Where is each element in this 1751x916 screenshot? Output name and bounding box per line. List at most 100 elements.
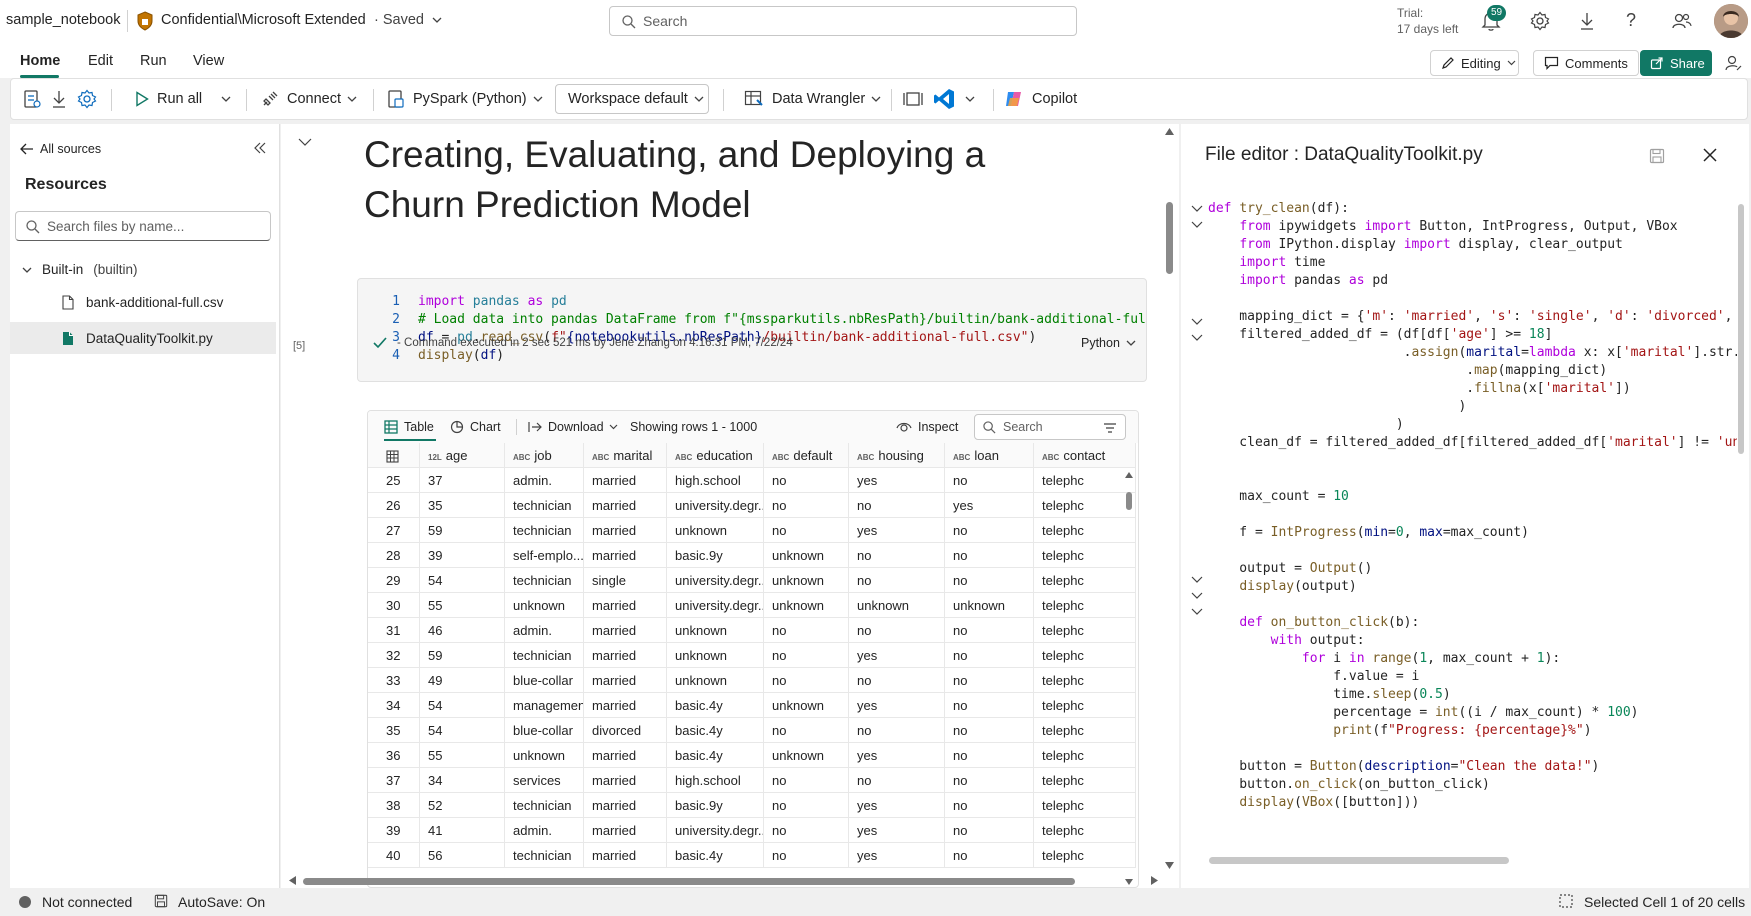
table-cell[interactable]: married: [584, 518, 667, 543]
table-cell[interactable]: telephc: [1034, 718, 1136, 743]
table-cell[interactable]: basic.9y: [667, 793, 764, 818]
table-cell[interactable]: yes: [849, 643, 945, 668]
table-cell[interactable]: unknown: [764, 568, 849, 593]
code-editor[interactable]: import pandas as pd # Load data into pan…: [418, 293, 1146, 365]
table-cell[interactable]: telephc: [1034, 743, 1136, 768]
table-cell[interactable]: high.school: [667, 468, 764, 493]
output-search-input[interactable]: Search: [974, 414, 1126, 440]
close-icon[interactable]: [1703, 148, 1717, 162]
tab-chart[interactable]: Chart: [450, 420, 501, 434]
run-all-button[interactable]: Run all: [135, 79, 202, 119]
row-index-cell[interactable]: 37: [368, 768, 420, 793]
row-index-cell[interactable]: 27: [368, 518, 420, 543]
row-index-cell[interactable]: 32: [368, 643, 420, 668]
fold-chevron-icon[interactable]: [1191, 216, 1205, 234]
table-cell[interactable]: 59: [420, 643, 505, 668]
table-cell[interactable]: no: [945, 693, 1034, 718]
table-cell[interactable]: married: [584, 693, 667, 718]
table-cell[interactable]: services: [505, 768, 584, 793]
table-cell[interactable]: unknown: [764, 693, 849, 718]
table-cell[interactable]: married: [584, 768, 667, 793]
table-cell[interactable]: no: [945, 568, 1034, 593]
fold-chevron-icon[interactable]: [1191, 329, 1205, 347]
table-cell[interactable]: telephc: [1034, 693, 1136, 718]
table-cell[interactable]: unknown: [505, 743, 584, 768]
table-cell[interactable]: married: [584, 543, 667, 568]
table-cell[interactable]: technician: [505, 518, 584, 543]
scroll-down-arrow-icon[interactable]: [1165, 862, 1174, 869]
table-cell[interactable]: no: [849, 718, 945, 743]
table-cell[interactable]: technician: [505, 493, 584, 518]
table-cell[interactable]: single: [584, 568, 667, 593]
table-cell[interactable]: no: [764, 818, 849, 843]
table-cell[interactable]: yes: [849, 743, 945, 768]
table-cell[interactable]: telephc: [1034, 593, 1136, 618]
people-icon[interactable]: [1672, 11, 1692, 31]
column-header[interactable]: ABC loan: [945, 443, 1034, 468]
column-header[interactable]: ABC housing: [849, 443, 945, 468]
table-cell[interactable]: no: [764, 618, 849, 643]
row-index-cell[interactable]: 31: [368, 618, 420, 643]
table-cell[interactable]: management: [505, 693, 584, 718]
filter-icon[interactable]: [1103, 422, 1117, 434]
table-cell[interactable]: technician: [505, 568, 584, 593]
scroll-down-arrow-icon[interactable]: [1125, 879, 1133, 885]
table-cell[interactable]: married: [584, 843, 667, 868]
grid-vertical-scrollbar[interactable]: [1123, 468, 1135, 887]
table-row[interactable]: 33 49 blue-collar married unknown no no no telep…: [368, 668, 1136, 693]
row-index-cell[interactable]: 34: [368, 693, 420, 718]
row-index-cell[interactable]: 36: [368, 743, 420, 768]
table-cell[interactable]: no: [945, 743, 1034, 768]
table-cell[interactable]: no: [764, 768, 849, 793]
table-cell[interactable]: university.degr...: [667, 493, 764, 518]
download-menu[interactable]: Download: [528, 420, 618, 434]
table-cell[interactable]: telephc: [1034, 468, 1136, 493]
table-cell[interactable]: 54: [420, 693, 505, 718]
table-row[interactable]: 38 52 technician married basic.9y no yes no tele…: [368, 793, 1136, 818]
data-grid[interactable]: 12L age ABC job ABC marital ABC education AB…: [368, 443, 1138, 887]
table-cell[interactable]: telephc: [1034, 793, 1136, 818]
run-all-dropdown[interactable]: [221, 79, 231, 119]
table-cell[interactable]: yes: [849, 693, 945, 718]
table-cell[interactable]: university.degr...: [667, 593, 764, 618]
table-cell[interactable]: married: [584, 618, 667, 643]
table-cell[interactable]: no: [945, 543, 1034, 568]
language-selector[interactable]: PySpark (Python): [387, 79, 543, 119]
table-cell[interactable]: unknown: [667, 643, 764, 668]
chevron-down-icon[interactable]: [432, 17, 442, 23]
table-cell[interactable]: no: [764, 793, 849, 818]
table-cell[interactable]: 52: [420, 793, 505, 818]
table-cell[interactable]: 54: [420, 718, 505, 743]
editing-mode-button[interactable]: Editing: [1430, 50, 1519, 76]
column-header[interactable]: ABC job: [505, 443, 584, 468]
table-cell[interactable]: no: [764, 668, 849, 693]
scroll-right-arrow-icon[interactable]: [1151, 876, 1158, 885]
column-header[interactable]: ABC marital: [584, 443, 667, 468]
table-cell[interactable]: yes: [849, 793, 945, 818]
table-cell[interactable]: unknown: [764, 593, 849, 618]
table-cell[interactable]: married: [584, 743, 667, 768]
table-cell[interactable]: technician: [505, 643, 584, 668]
table-cell[interactable]: 41: [420, 818, 505, 843]
table-cell[interactable]: unknown: [667, 618, 764, 643]
table-cell[interactable]: unknown: [667, 668, 764, 693]
table-cell[interactable]: university.degr...: [667, 818, 764, 843]
row-index-cell[interactable]: 38: [368, 793, 420, 818]
row-index-cell[interactable]: 28: [368, 543, 420, 568]
data-wrangler-button[interactable]: Data Wrangler: [744, 79, 881, 119]
table-cell[interactable]: married: [584, 793, 667, 818]
file-item-py-selected[interactable]: DataQualityToolkit.py: [10, 322, 276, 354]
sensitivity-label[interactable]: Confidential\Microsoft Extended: [161, 12, 366, 28]
gear-icon[interactable]: [1530, 11, 1550, 31]
table-cell[interactable]: no: [945, 668, 1034, 693]
tab-edit[interactable]: Edit: [88, 53, 113, 69]
collapse-cell-icon[interactable]: [298, 138, 312, 146]
table-cell[interactable]: no: [945, 843, 1034, 868]
download-icon[interactable]: [51, 79, 67, 119]
table-cell[interactable]: no: [849, 768, 945, 793]
table-row[interactable]: 40 56 technician married basic.4y no yes no tele…: [368, 843, 1136, 868]
table-cell[interactable]: yes: [849, 518, 945, 543]
autosave-status[interactable]: AutoSave: On: [178, 894, 265, 910]
file-search-input[interactable]: Search files by name...: [15, 211, 271, 241]
table-cell[interactable]: no: [849, 668, 945, 693]
